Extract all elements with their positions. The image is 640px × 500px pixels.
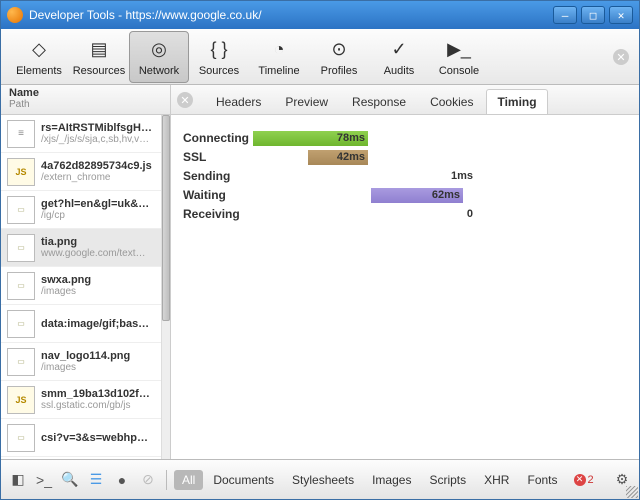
timing-bar: 62ms [371, 188, 463, 203]
file-row[interactable]: ▭swxa.png/images [1, 267, 161, 305]
filter-scripts[interactable]: Scripts [421, 470, 474, 490]
network-icon: ◎ [146, 37, 172, 63]
tool-timeline[interactable]: ◔Timeline [249, 31, 309, 83]
tab-timing[interactable]: Timing [486, 89, 547, 114]
file-row[interactable]: JS4a762d82895734c9.js/extern_chrome [1, 153, 161, 191]
filter-all[interactable]: All [174, 470, 203, 490]
app-icon [7, 7, 23, 23]
error-count[interactable]: ✕ 2 [574, 474, 594, 486]
file-row[interactable]: ▭nav_logo114.png/images [1, 343, 161, 381]
tab-response[interactable]: Response [341, 89, 417, 114]
tool-network[interactable]: ◎Network [129, 31, 189, 83]
close-button[interactable]: ✕ [609, 6, 633, 24]
minimize-button[interactable]: — [553, 6, 577, 24]
timing-row: Connecting78ms [183, 129, 627, 147]
file-thumb-icon: ▭ [7, 348, 35, 376]
file-thumb-icon: ▭ [7, 196, 35, 224]
console-toggle-icon[interactable]: >_ [33, 469, 55, 491]
search-icon[interactable]: 🔍 [59, 469, 81, 491]
sources-icon: { } [206, 37, 232, 63]
filter-icon[interactable]: ☰ [85, 469, 107, 491]
file-thumb-icon: ▭ [7, 234, 35, 262]
file-row[interactable]: ≡rs=AItRSTMiblfsgHp…/xjs/_/js/s/sja,c,sb… [1, 115, 161, 153]
clear-icon[interactable]: ⊘ [137, 469, 159, 491]
tab-cookies[interactable]: Cookies [419, 89, 484, 114]
timing-bar: 42ms [308, 150, 368, 165]
filter-images[interactable]: Images [364, 470, 419, 490]
tab-preview[interactable]: Preview [274, 89, 339, 114]
file-thumb-icon: ▭ [7, 310, 35, 338]
filter-documents[interactable]: Documents [205, 470, 282, 490]
tool-resources[interactable]: ▤Resources [69, 31, 129, 83]
file-row[interactable]: ▭data:image/gif;bas… [1, 305, 161, 343]
timeline-icon: ◔ [266, 37, 292, 63]
close-panel-icon[interactable]: ✕ [613, 49, 629, 65]
console-icon: ▶_ [446, 37, 472, 63]
tool-console[interactable]: ▶_Console [429, 31, 489, 83]
filter-fonts[interactable]: Fonts [519, 470, 565, 490]
timing-row: Sending1ms [183, 167, 627, 185]
close-details-icon[interactable]: ✕ [177, 92, 193, 108]
elements-icon: ◇ [26, 37, 52, 63]
audits-icon: ✓ [386, 37, 412, 63]
profiles-icon: ⊙ [326, 37, 352, 63]
window-title: Developer Tools - https://www.google.co.… [29, 8, 553, 22]
file-thumb-icon: JS [7, 158, 35, 186]
scrollbar[interactable] [161, 115, 170, 459]
file-row[interactable]: ▭tia.pngwww.google.com/text… [1, 229, 161, 267]
resources-icon: ▤ [86, 37, 112, 63]
tool-sources[interactable]: { }Sources [189, 31, 249, 83]
file-row[interactable]: ▭get?hl=en&gl=uk&a…/ig/cp [1, 191, 161, 229]
dock-icon[interactable]: ◧ [7, 469, 29, 491]
tool-elements[interactable]: ◇Elements [9, 31, 69, 83]
timing-row: Waiting62ms [183, 186, 627, 204]
maximize-button[interactable]: □ [581, 6, 605, 24]
file-row[interactable]: JSsmm_19ba13d102fe…ssl.gstatic.com/gb/js [1, 381, 161, 419]
timing-bar: 78ms [253, 131, 368, 146]
record-icon[interactable]: ● [111, 469, 133, 491]
file-thumb-icon: ▭ [7, 272, 35, 300]
file-row[interactable]: ▭csi?v=3&s=webhp&… [1, 419, 161, 457]
filter-xhr[interactable]: XHR [476, 470, 517, 490]
resize-grip-icon[interactable] [626, 486, 638, 498]
filter-stylesheets[interactable]: Stylesheets [284, 470, 362, 490]
tool-audits[interactable]: ✓Audits [369, 31, 429, 83]
tool-profiles[interactable]: ⊙Profiles [309, 31, 369, 83]
file-thumb-icon: ≡ [7, 120, 35, 148]
file-thumb-icon: ▭ [7, 424, 35, 452]
sidebar-header[interactable]: Name Path [1, 85, 170, 115]
timing-row: Receiving0 [183, 205, 627, 223]
tab-headers[interactable]: Headers [205, 89, 272, 114]
timing-row: SSL42ms [183, 148, 627, 166]
file-thumb-icon: JS [7, 386, 35, 414]
